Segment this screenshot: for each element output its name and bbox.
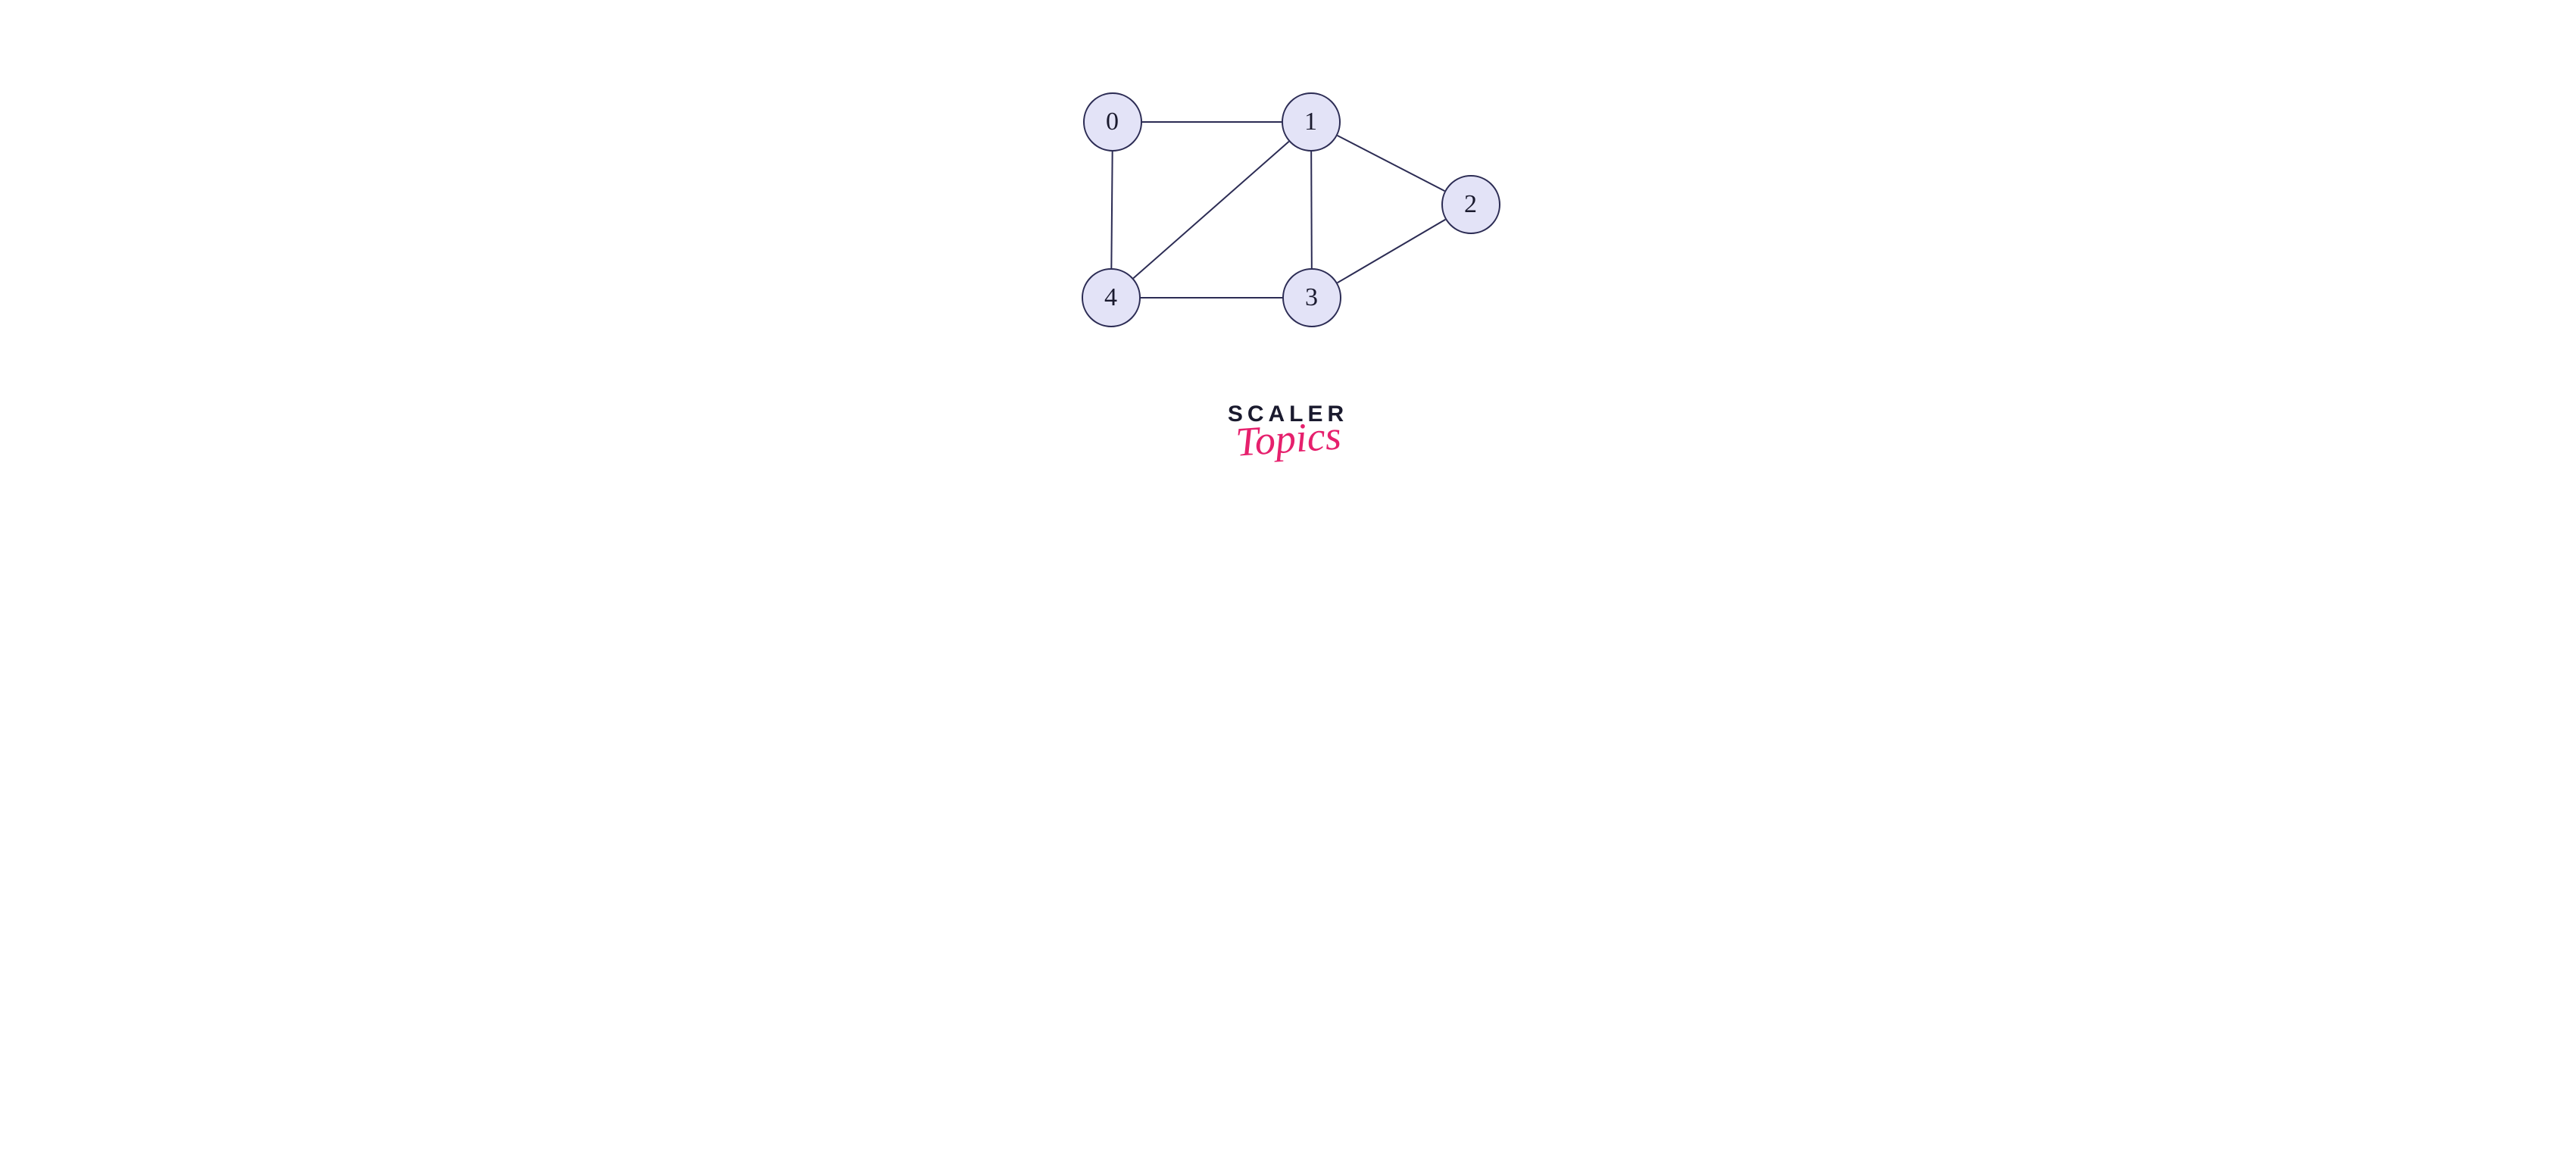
- edge-1-4: [1133, 142, 1288, 279]
- node-0: 0: [1083, 92, 1142, 152]
- node-2: 2: [1441, 175, 1500, 234]
- node-label: 3: [1305, 283, 1318, 312]
- brand-logo: SCALER Topics: [1228, 402, 1348, 462]
- node-label: 4: [1104, 283, 1117, 312]
- node-1: 1: [1282, 92, 1341, 152]
- edge-0-4: [1111, 152, 1112, 268]
- node-4: 4: [1082, 268, 1141, 327]
- node-label: 1: [1304, 108, 1317, 136]
- diagram-canvas: SCALER Topics 0 1 2 3 4: [698, 0, 1878, 536]
- edge-1-3: [1311, 152, 1312, 268]
- edge-2-3: [1337, 220, 1445, 283]
- edge-1-2: [1337, 136, 1444, 191]
- brand-logo-line2: Topics: [1226, 411, 1350, 467]
- node-label: 0: [1106, 108, 1119, 136]
- node-label: 2: [1464, 190, 1477, 219]
- node-3: 3: [1282, 268, 1341, 327]
